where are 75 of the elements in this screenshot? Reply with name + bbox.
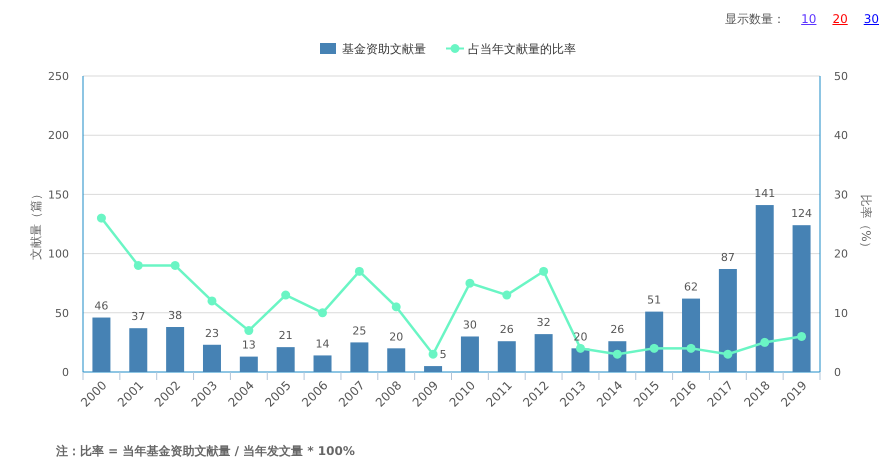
data-point <box>650 344 659 353</box>
bar <box>387 348 406 372</box>
data-point <box>576 344 585 353</box>
data-label: 38 <box>168 309 182 322</box>
axis-tick-label: 20 <box>834 248 848 261</box>
count-option[interactable]: 20 <box>832 10 848 28</box>
data-point <box>207 296 216 306</box>
data-point <box>686 344 696 353</box>
data-point <box>244 326 254 336</box>
data-label: 51 <box>647 294 662 307</box>
count-option[interactable]: 10 <box>801 10 816 28</box>
data-point <box>723 350 732 359</box>
bar <box>129 328 148 372</box>
bar <box>92 318 110 372</box>
data-label: 23 <box>204 326 219 340</box>
bar <box>240 356 258 372</box>
axis-tick-label: 0 <box>834 366 841 379</box>
data-point <box>354 266 364 276</box>
legend-label: 占当年文献量的比率 <box>468 42 576 56</box>
data-label: 20 <box>389 330 404 344</box>
data-label: 25 <box>352 324 366 338</box>
data-label: 62 <box>684 280 698 294</box>
axis-tick-label: 100 <box>48 248 69 261</box>
data-point <box>465 278 474 288</box>
data-point <box>318 308 328 318</box>
y-axis-title: 文献量（篇） <box>29 188 43 260</box>
data-point <box>760 338 770 347</box>
footnote: 注：比率 = 当年基金资助文献量 / 当年发文量 * 100% <box>55 443 356 460</box>
axis-tick-label: 250 <box>48 70 69 83</box>
bar <box>424 366 442 372</box>
legend-line-icon <box>446 44 464 53</box>
data-label: 87 <box>720 251 735 264</box>
data-point <box>612 350 622 359</box>
data-label: 5 <box>440 348 447 362</box>
data-label: 141 <box>754 187 776 200</box>
bar <box>276 347 295 372</box>
bar <box>166 327 184 372</box>
count-option[interactable]: 30 <box>864 10 879 28</box>
legend-label: 基金资助文献量 <box>342 42 426 56</box>
data-point <box>134 260 143 270</box>
axis-tick-label: 50 <box>55 306 69 320</box>
data-point <box>281 290 290 300</box>
data-point <box>96 214 106 223</box>
data-label: 26 <box>610 323 624 336</box>
count-label: 显示数量： <box>725 10 786 28</box>
axis-tick-label: 0 <box>62 366 69 379</box>
bar <box>202 344 221 372</box>
data-point <box>428 350 438 359</box>
data-label: 32 <box>536 316 551 330</box>
axis-tick-label: 150 <box>48 188 69 202</box>
y-axis-title: 比率（%） <box>859 194 873 254</box>
data-point <box>170 260 180 270</box>
bar <box>498 341 516 372</box>
axis-tick-label: 50 <box>834 70 848 83</box>
bar <box>314 355 332 372</box>
bar <box>350 342 368 372</box>
data-point <box>502 290 512 300</box>
data-point <box>539 266 548 276</box>
bar <box>460 336 479 372</box>
data-point <box>797 332 806 341</box>
data-point <box>392 302 401 312</box>
data-label: 46 <box>94 300 108 313</box>
axis-tick-label: 40 <box>834 129 848 142</box>
data-label: 21 <box>278 329 293 342</box>
data-label: 124 <box>791 207 812 220</box>
data-label: 13 <box>242 338 256 352</box>
axis-tick-label: 30 <box>834 188 848 202</box>
data-label: 26 <box>500 323 514 336</box>
data-label: 30 <box>462 318 477 332</box>
bar <box>645 312 664 372</box>
axis-tick-label: 10 <box>834 306 848 320</box>
axis-tick-label: 200 <box>48 129 69 142</box>
data-label: 14 <box>316 337 330 350</box>
data-label: 37 <box>131 310 146 324</box>
bar <box>534 334 553 372</box>
